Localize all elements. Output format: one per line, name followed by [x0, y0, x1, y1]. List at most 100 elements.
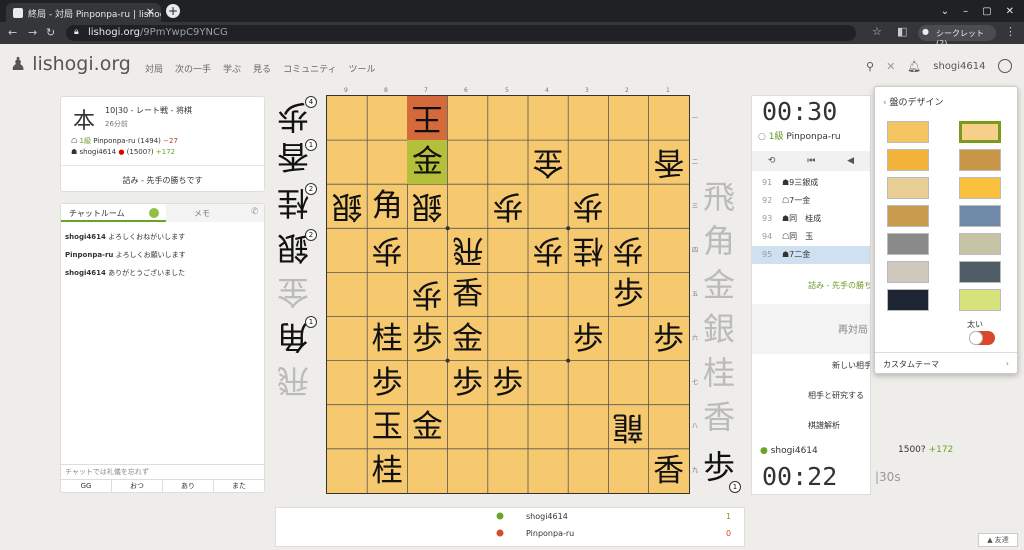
nav-learn[interactable]: 学ぶ — [223, 62, 241, 75]
theme-swatch[interactable] — [959, 205, 1001, 227]
browser-tab[interactable]: 終局 - 対局 Pinponpa-ru | lishogi × — [6, 3, 161, 22]
gote-piece[interactable]: 歩 — [407, 272, 447, 316]
sente-piece[interactable]: 香 — [649, 449, 689, 493]
close-icon[interactable]: ✕ — [886, 60, 895, 73]
sente-piece[interactable]: 歩 — [488, 361, 528, 405]
move-row[interactable]: 91 ☗9三銀成 — [752, 174, 870, 192]
tab-search-icon[interactable]: ⌄ — [941, 6, 949, 17]
sente-piece[interactable]: 玉 — [367, 405, 407, 449]
notification-bell-icon[interactable]: 🔔︎ — [907, 60, 921, 73]
move-row-active[interactable]: 95 ☗7二金 — [752, 246, 870, 264]
rematch-button[interactable]: 再対局 — [752, 304, 870, 354]
sente-piece[interactable]: 金 — [407, 405, 447, 449]
gote-piece[interactable]: 歩 — [608, 228, 648, 272]
sente-piece[interactable]: 金 — [448, 317, 488, 361]
tab-chat[interactable]: チャットルーム — [61, 204, 166, 222]
username-link[interactable]: shogi4614 — [933, 61, 985, 72]
forward-icon[interactable]: → — [28, 26, 37, 39]
sente-piece[interactable]: 歩 — [448, 361, 488, 405]
gote-piece[interactable]: 金 — [528, 140, 568, 184]
theme-swatch[interactable] — [959, 261, 1001, 283]
study-button[interactable]: 相手と研究する — [752, 384, 870, 408]
nav-watch[interactable]: 見る — [253, 62, 271, 75]
gote-piece[interactable]: 歩 — [488, 184, 528, 228]
sente-piece[interactable]: 桂 — [367, 449, 407, 493]
chat-user[interactable]: Pinponpa-ru — [65, 251, 113, 259]
gote-piece[interactable]: 歩 — [568, 184, 608, 228]
first-move-icon[interactable]: ⏮ — [807, 156, 815, 166]
shogi-board[interactable]: 王金金香銀角銀歩歩歩飛歩桂歩歩香歩桂歩金歩歩歩歩歩玉金龍桂香 — [326, 95, 690, 494]
hand-piece[interactable]: 歩 — [703, 447, 735, 487]
top-player-name[interactable]: Pinponpa-ru — [786, 132, 840, 142]
sente-piece[interactable]: 歩 — [649, 317, 689, 361]
theme-swatch[interactable] — [959, 233, 1001, 255]
prev-move-icon[interactable]: ◀ — [847, 156, 854, 166]
url-field[interactable]: 🔒︎ lishogi.org/9PmYwpC9YNCG — [66, 25, 856, 41]
move-row[interactable]: 92 ☖7一金 — [752, 192, 870, 210]
new-tab-button[interactable]: + — [166, 4, 180, 18]
close-window-icon[interactable]: ✕ — [1006, 6, 1014, 17]
analysis-button[interactable]: 棋譜解析 — [752, 414, 870, 438]
gote-player-name[interactable]: Pinponpa-ru (1494) — [93, 137, 161, 145]
sente-piece[interactable]: 桂 — [367, 317, 407, 361]
move-row[interactable]: 93 ☗同 桂成 — [752, 210, 870, 228]
theme-swatch[interactable] — [959, 121, 1001, 143]
close-tab-icon[interactable]: × — [146, 5, 155, 18]
gote-piece[interactable]: 銀 — [407, 184, 447, 228]
nav-tools[interactable]: ツール — [349, 62, 376, 75]
reload-icon[interactable]: ↻ — [46, 26, 55, 39]
user-avatar-icon[interactable] — [997, 59, 1012, 73]
nav-play[interactable]: 対局 — [145, 62, 163, 75]
sente-piece[interactable]: 香 — [448, 272, 488, 316]
minimize-icon[interactable]: – — [963, 6, 968, 17]
theme-swatch[interactable] — [959, 289, 1001, 311]
tab-notes[interactable]: メモ ✆ — [166, 204, 264, 222]
sente-piece[interactable]: 歩 — [407, 317, 447, 361]
theme-swatch[interactable] — [959, 177, 1001, 199]
sente-player-name[interactable]: shogi4614 — [80, 148, 117, 156]
phone-icon[interactable]: ✆ — [251, 207, 259, 217]
theme-swatch[interactable] — [887, 261, 929, 283]
search-icon[interactable]: ⚲ — [866, 60, 874, 73]
preset-gg[interactable]: GG — [61, 480, 112, 493]
theme-swatch[interactable] — [887, 205, 929, 227]
gote-piece[interactable]: 桂 — [568, 228, 608, 272]
site-logo[interactable]: ♟︎ lishogi.org — [10, 53, 131, 75]
sente-piece[interactable]: 歩 — [568, 317, 608, 361]
gote-piece[interactable]: 歩 — [367, 228, 407, 272]
sente-piece[interactable]: 歩 — [367, 361, 407, 405]
preset-otsu[interactable]: おつ — [112, 480, 163, 493]
chat-toggle-icon[interactable] — [149, 208, 159, 218]
maximize-icon[interactable]: ▢ — [982, 6, 991, 17]
gote-piece[interactable]: 龍 — [608, 405, 648, 449]
sente-piece[interactable]: 歩 — [608, 272, 648, 316]
chat-user[interactable]: shogi4614 — [65, 233, 106, 241]
sente-piece[interactable]: 角 — [367, 184, 407, 228]
gote-piece[interactable]: 銀 — [327, 184, 367, 228]
gote-piece[interactable]: 歩 — [528, 228, 568, 272]
theme-swatch[interactable] — [887, 177, 929, 199]
flip-board-icon[interactable]: ⟲ — [768, 156, 776, 166]
custom-theme-link[interactable]: カスタムテーマ › — [875, 352, 1017, 374]
score-player[interactable]: shogi4614 — [526, 512, 568, 521]
score-player[interactable]: Pinponpa-ru — [526, 529, 574, 538]
preset-mata[interactable]: また — [214, 480, 264, 493]
browser-menu-icon[interactable]: ⋮ — [1005, 25, 1016, 38]
back-icon[interactable]: ← — [8, 26, 17, 39]
sente-piece[interactable]: 金 — [407, 140, 447, 184]
theme-swatch[interactable] — [887, 121, 929, 143]
theme-swatch[interactable] — [959, 149, 1001, 171]
dropdown-header[interactable]: ‹ 盤のデザイン — [883, 95, 944, 108]
gote-piece[interactable]: 飛 — [448, 228, 488, 272]
gote-piece[interactable]: 王 — [407, 96, 447, 140]
new-opponent-button[interactable]: 新しい相手 — [752, 354, 870, 378]
preset-ari[interactable]: あり — [163, 480, 214, 493]
friends-button[interactable]: ▲ 友達 — [978, 533, 1018, 547]
theme-swatch[interactable] — [887, 289, 929, 311]
nav-community[interactable]: コミュニティ — [283, 62, 336, 75]
chat-input[interactable]: チャットでは礼儀を忘れず — [61, 464, 264, 479]
bottom-player-name[interactable]: shogi4614 — [771, 446, 818, 456]
gote-piece[interactable]: 香 — [649, 140, 689, 184]
bookmark-star-icon[interactable]: ☆ — [872, 25, 882, 38]
thick-toggle[interactable] — [969, 331, 995, 345]
